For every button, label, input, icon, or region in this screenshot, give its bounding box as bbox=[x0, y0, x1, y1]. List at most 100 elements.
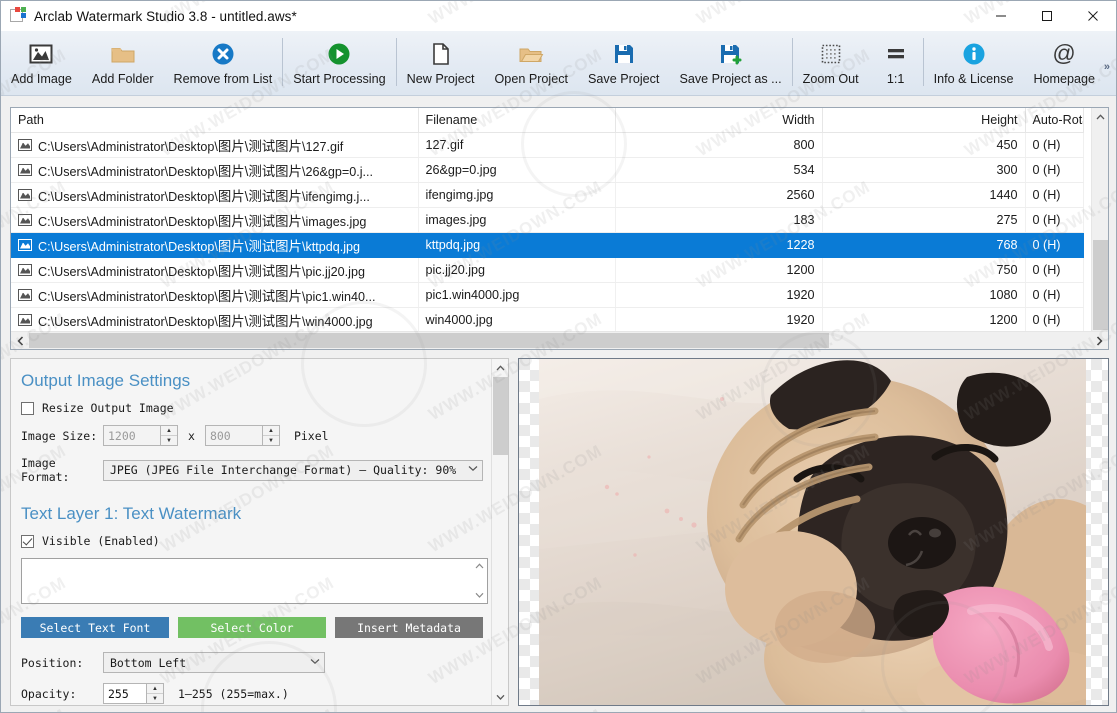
chevron-down-icon[interactable] bbox=[492, 688, 508, 705]
toolbar-button-zoom-out[interactable]: Zoom Out bbox=[793, 31, 869, 95]
position-select[interactable]: Bottom Left bbox=[103, 652, 325, 673]
stepper-buttons[interactable]: ▲ ▼ bbox=[160, 426, 177, 445]
cell-path: C:\Users\Administrator\Desktop\图片\测试图片\p… bbox=[11, 257, 419, 283]
settings-scroll-thumb[interactable] bbox=[493, 377, 508, 455]
image-preview-panel[interactable] bbox=[518, 358, 1109, 706]
cell-auto-rotate: 0 (H) bbox=[1025, 182, 1084, 208]
file-list-horizontal-scrollbar[interactable] bbox=[11, 331, 1108, 349]
toolbar-button-save-project[interactable]: Save Project bbox=[578, 31, 669, 95]
output-settings-heading: Output Image Settings bbox=[21, 371, 191, 390]
remove-circle-icon bbox=[206, 39, 240, 69]
image-file-icon bbox=[18, 163, 32, 176]
table-row[interactable]: C:\Users\Administrator\Desktop\图片\测试图片\p… bbox=[11, 282, 1084, 308]
cell-filename: images.jpg bbox=[418, 207, 616, 233]
resize-output-image-checkbox[interactable] bbox=[21, 401, 34, 415]
table-row[interactable]: C:\Users\Administrator\Desktop\图片\测试图片\2… bbox=[11, 157, 1084, 183]
toolbar-button-actual-size[interactable]: 1:1 bbox=[869, 31, 923, 95]
table-row[interactable]: C:\Users\Administrator\Desktop\图片\测试图片\w… bbox=[11, 307, 1084, 333]
arclab-logo-icon bbox=[10, 7, 26, 24]
text-layer-button-row: Select Text Font Select Color Insert Met… bbox=[21, 617, 493, 638]
chevron-up-icon[interactable] bbox=[492, 359, 508, 376]
resize-output-image-row: Resize Output Image bbox=[21, 401, 493, 415]
watermark-text-scrollbar[interactable] bbox=[472, 559, 487, 603]
column-header-auto-rotate[interactable]: Auto-Rotat bbox=[1025, 108, 1084, 133]
toolbar-overflow-icon[interactable]: » bbox=[1104, 61, 1110, 73]
table-row[interactable]: C:\Users\Administrator\Desktop\图片\测试图片\1… bbox=[11, 132, 1084, 158]
path-text: C:\Users\Administrator\Desktop\图片\测试图片\2… bbox=[38, 163, 374, 179]
cell-auto-rotate: 0 (H) bbox=[1025, 157, 1084, 183]
image-size-height-stepper[interactable]: ▲ ▼ bbox=[204, 425, 280, 446]
column-header-height[interactable]: Height bbox=[822, 108, 1026, 133]
chevron-down-icon[interactable] bbox=[475, 591, 484, 600]
table-row[interactable]: C:\Users\Administrator\Desktop\图片\测试图片\p… bbox=[11, 257, 1084, 283]
toolbar-button-add-folder[interactable]: Add Folder bbox=[82, 31, 164, 95]
stepper-down-icon[interactable]: ▼ bbox=[147, 694, 163, 703]
settings-vertical-scrollbar[interactable] bbox=[491, 359, 508, 705]
cell-auto-rotate: 0 (H) bbox=[1025, 207, 1084, 233]
close-icon[interactable] bbox=[1070, 1, 1116, 31]
stepper-buttons[interactable]: ▲ ▼ bbox=[261, 426, 279, 445]
chevron-up-icon[interactable] bbox=[1092, 108, 1109, 125]
stepper-down-icon[interactable]: ▼ bbox=[263, 436, 279, 445]
toolbar-label: Homepage bbox=[1033, 72, 1096, 86]
toolbar-button-homepage[interactable]: @ Homepage bbox=[1023, 31, 1105, 95]
table-row[interactable]: C:\Users\Administrator\Desktop\图片\测试图片\i… bbox=[11, 207, 1084, 233]
select-text-font-button[interactable]: Select Text Font bbox=[21, 617, 169, 638]
toolbar-button-new-project[interactable]: New Project bbox=[397, 31, 485, 95]
horizontal-scroll-thumb[interactable] bbox=[29, 333, 829, 348]
cell-height: 1440 bbox=[822, 182, 1026, 208]
cell-auto-rotate: 0 (H) bbox=[1025, 232, 1084, 258]
minimize-icon[interactable] bbox=[978, 1, 1024, 31]
file-list-vertical-scrollbar[interactable] bbox=[1091, 108, 1108, 349]
stepper-up-icon[interactable]: ▲ bbox=[262, 426, 279, 436]
opacity-stepper[interactable]: ▲ ▼ bbox=[103, 683, 164, 704]
opacity-hint: 1–255 (255=max.) bbox=[178, 686, 289, 701]
position-label: Position: bbox=[21, 655, 84, 670]
vertical-scroll-thumb[interactable] bbox=[1093, 240, 1108, 330]
column-header-width[interactable]: Width bbox=[615, 108, 823, 133]
column-header-path[interactable]: Path bbox=[11, 108, 419, 133]
toolbar-button-open-project[interactable]: Open Project bbox=[485, 31, 579, 95]
toolbar-label: Info & License bbox=[933, 72, 1014, 86]
stepper-down-icon[interactable]: ▼ bbox=[161, 436, 177, 445]
chevron-down-icon bbox=[310, 658, 320, 668]
cell-width: 2560 bbox=[615, 182, 823, 208]
cell-filename: kttpdq.jpg bbox=[418, 232, 616, 258]
toolbar-button-start-processing[interactable]: Start Processing bbox=[283, 31, 395, 95]
toolbar-button-info-license[interactable]: Info & License bbox=[924, 31, 1024, 95]
image-size-width-stepper[interactable]: ▲ ▼ bbox=[103, 425, 178, 446]
insert-metadata-button[interactable]: Insert Metadata bbox=[335, 617, 483, 638]
new-document-icon bbox=[424, 39, 458, 69]
status-bar bbox=[1, 706, 1116, 712]
path-text: C:\Users\Administrator\Desktop\图片\测试图片\i… bbox=[38, 213, 367, 229]
select-color-button[interactable]: Select Color bbox=[178, 617, 326, 638]
visible-enabled-checkbox[interactable] bbox=[21, 534, 34, 548]
image-file-icon bbox=[18, 138, 32, 151]
chevron-left-icon[interactable] bbox=[11, 332, 29, 349]
image-format-select[interactable]: JPEG (JPEG File Interchange Format) – Qu… bbox=[103, 459, 483, 481]
toolbar-button-add-image[interactable]: Add Image bbox=[1, 31, 82, 95]
cell-height: 1200 bbox=[822, 307, 1026, 333]
table-row[interactable]: C:\Users\Administrator\Desktop\图片\测试图片\k… bbox=[11, 232, 1084, 258]
image-size-height-input[interactable] bbox=[205, 426, 262, 445]
application-window: Arclab Watermark Studio 3.8 - untitled.a… bbox=[0, 0, 1117, 713]
toolbar-label: Add Image bbox=[11, 72, 72, 86]
stepper-buttons[interactable]: ▲ ▼ bbox=[146, 684, 163, 703]
toolbar-button-save-project-as[interactable]: Save Project as ... bbox=[669, 31, 791, 95]
chevron-up-icon[interactable] bbox=[475, 562, 484, 571]
image-size-width-input[interactable] bbox=[104, 426, 160, 445]
chevron-right-icon[interactable] bbox=[1090, 332, 1108, 349]
table-row[interactable]: C:\Users\Administrator\Desktop\图片\测试图片\i… bbox=[11, 182, 1084, 208]
cell-height: 1080 bbox=[822, 282, 1026, 308]
cell-height: 275 bbox=[822, 207, 1026, 233]
opacity-input[interactable] bbox=[104, 684, 146, 703]
toolbar-button-remove-from-list[interactable]: Remove from List bbox=[164, 31, 283, 95]
cell-filename: pic1.win4000.jpg bbox=[418, 282, 616, 308]
window-title: Arclab Watermark Studio 3.8 - untitled.a… bbox=[34, 8, 297, 24]
stepper-up-icon[interactable]: ▲ bbox=[147, 684, 163, 694]
stepper-up-icon[interactable]: ▲ bbox=[161, 426, 177, 436]
watermark-text-area[interactable] bbox=[21, 558, 488, 604]
toolbar-label: Start Processing bbox=[293, 72, 386, 86]
column-header-filename[interactable]: Filename bbox=[418, 108, 616, 133]
maximize-icon[interactable] bbox=[1024, 1, 1070, 31]
